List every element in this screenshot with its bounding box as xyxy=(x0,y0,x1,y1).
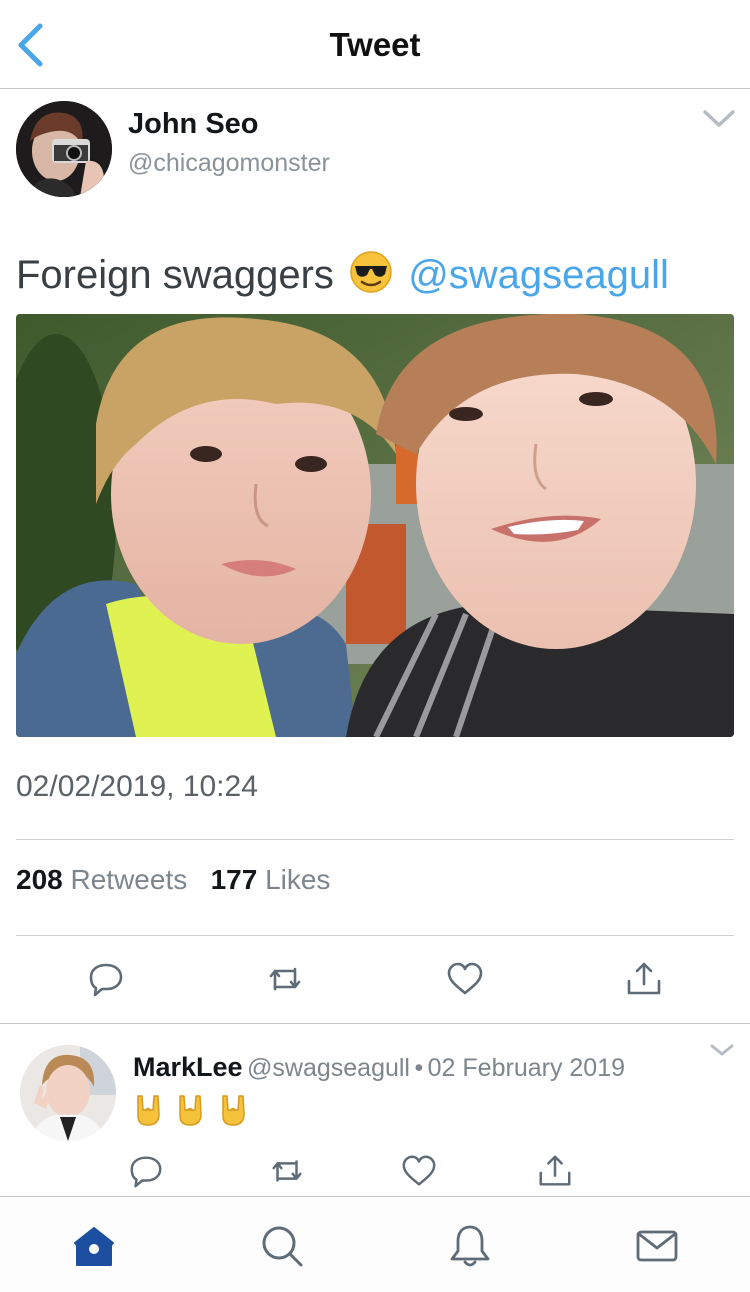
sign-of-the-horns-icon xyxy=(137,1095,160,1126)
reply-icon[interactable] xyxy=(127,1152,165,1190)
retweet-label[interactable]: Retweets xyxy=(71,864,188,895)
author-name[interactable]: John Seo xyxy=(128,108,259,141)
mention-link[interactable]: @swagseagull xyxy=(408,253,669,297)
reply-header: MarkLee @swagseagull • 02 February 2019 xyxy=(133,1052,625,1083)
meta-separator: • xyxy=(414,1054,424,1082)
share-icon[interactable] xyxy=(536,1152,574,1190)
reply-text xyxy=(133,1092,256,1128)
reply-author-name[interactable]: MarkLee xyxy=(133,1052,243,1082)
tweet-text: Foreign swaggers @swagseagull xyxy=(16,250,669,299)
bottom-tab-bar xyxy=(0,1196,750,1292)
search-icon[interactable] xyxy=(259,1223,305,1269)
share-icon[interactable] xyxy=(624,959,664,999)
retweet-count[interactable]: 208 xyxy=(16,864,63,895)
sign-of-the-horns-icon xyxy=(222,1095,245,1126)
sign-of-the-horns-icon xyxy=(179,1095,203,1126)
engagement-stats: 208 Retweets 177 Likes xyxy=(16,864,330,896)
author-avatar[interactable] xyxy=(16,101,112,197)
tweet-timestamp: 02/02/2019, 10:24 xyxy=(16,770,258,803)
home-icon[interactable] xyxy=(71,1223,117,1269)
reply-date: 02 February 2019 xyxy=(427,1054,626,1082)
retweet-icon[interactable] xyxy=(265,959,305,999)
divider xyxy=(16,839,734,840)
chevron-down-icon[interactable] xyxy=(709,1042,735,1058)
notifications-icon[interactable] xyxy=(447,1223,493,1269)
reply-icon[interactable] xyxy=(86,959,126,999)
tweet-text-body: Foreign swaggers xyxy=(16,253,334,297)
page-title: Tweet xyxy=(329,26,421,63)
retweet-icon[interactable] xyxy=(268,1152,306,1190)
like-count[interactable]: 177 xyxy=(211,864,258,895)
divider xyxy=(16,935,734,936)
like-icon[interactable] xyxy=(445,959,485,999)
like-icon[interactable] xyxy=(400,1152,438,1190)
navigation-header: Tweet xyxy=(0,0,750,89)
author-handle[interactable]: @chicagomonster xyxy=(128,149,330,178)
like-label[interactable]: Likes xyxy=(265,864,330,895)
reply-author-handle[interactable]: @swagseagull xyxy=(247,1054,410,1082)
smiling-face-with-sunglasses-icon xyxy=(350,251,392,293)
chevron-down-icon[interactable] xyxy=(702,108,736,130)
tweet-photo[interactable] xyxy=(16,314,734,737)
reply-avatar[interactable] xyxy=(20,1045,116,1141)
messages-icon[interactable] xyxy=(634,1223,680,1269)
reply-tweet[interactable]: MarkLee @swagseagull • 02 February 2019 xyxy=(0,1024,750,1196)
